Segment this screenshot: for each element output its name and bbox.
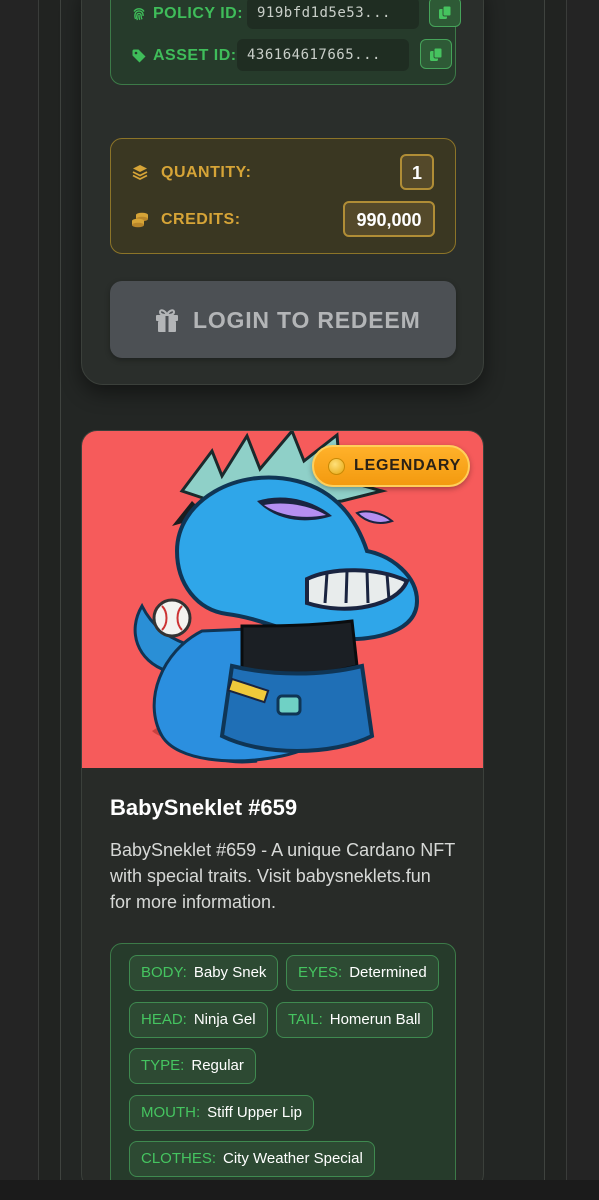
login-to-redeem-button[interactable]: LOGIN TO REDEEM xyxy=(110,281,456,358)
trait-value: Stiff Upper Lip xyxy=(207,1104,302,1121)
trait-tail: TAIL: Homerun Ball xyxy=(276,1002,433,1038)
trait-clothes: CLOTHES: City Weather Special xyxy=(129,1141,375,1177)
traits-box: BODY: Baby Snek EYES: Determined HEAD: Ninj… xyxy=(110,943,456,1189)
rarity-label: LEGENDARY xyxy=(354,457,462,474)
copy-asset-id-button[interactable] xyxy=(420,39,452,69)
trait-value: Homerun Ball xyxy=(329,1011,421,1028)
nft-description: BabySneklet #659 - A unique Cardano NFT … xyxy=(110,840,455,912)
trait-body: BODY: Baby Snek xyxy=(129,955,279,991)
trait-value: Regular xyxy=(191,1057,244,1074)
policy-id-label: POLICY ID: xyxy=(153,5,244,22)
trait-value: Determined xyxy=(349,964,427,981)
trait-value: City Weather Special xyxy=(223,1150,363,1167)
trait-key: BODY: xyxy=(141,964,187,981)
rarity-badge: LEGENDARY xyxy=(312,445,470,487)
credits-label: CREDITS: xyxy=(161,211,241,228)
coin-icon xyxy=(328,458,345,475)
asset-id-row: ASSET ID: 436164617665... xyxy=(111,39,455,73)
layers-icon xyxy=(132,165,148,181)
trait-key: HEAD: xyxy=(141,1011,187,1028)
trait-key: MOUTH: xyxy=(141,1104,201,1121)
quantity-label: QUANTITY: xyxy=(161,164,252,181)
bottom-bar xyxy=(0,1180,599,1200)
trait-type: TYPE: Regular xyxy=(129,1048,256,1084)
copy-icon xyxy=(430,47,443,61)
trait-key: TYPE: xyxy=(141,1057,185,1074)
trait-key: CLOTHES: xyxy=(141,1150,217,1167)
copy-icon xyxy=(439,5,452,19)
trait-mouth: MOUTH: Stiff Upper Lip xyxy=(129,1095,314,1131)
coins-icon xyxy=(132,212,148,228)
asset-id-value: 436164617665... xyxy=(237,39,409,71)
gift-icon xyxy=(156,309,178,332)
quantity-value: 1 xyxy=(400,154,434,190)
trait-key: TAIL: xyxy=(288,1011,323,1028)
asset-id-label: ASSET ID: xyxy=(153,47,237,64)
asset-ids-box: POLICY ID: 919bfd1d5e53... ASSET ID: 436… xyxy=(110,0,461,85)
redeem-button-label: LOGIN TO REDEEM xyxy=(193,307,421,333)
nft-card[interactable]: LEGENDARY BabySneklet #659 BabySneklet #… xyxy=(81,430,484,1190)
policy-id-value: 919bfd1d5e53... xyxy=(247,0,419,29)
policy-id-row: POLICY ID: 919bfd1d5e53... xyxy=(111,0,461,31)
nft-title: BabySneklet #659 xyxy=(110,795,298,820)
trait-eyes: EYES: Determined xyxy=(286,955,439,991)
copy-policy-id-button[interactable] xyxy=(429,0,461,27)
trait-key: EYES: xyxy=(298,964,343,981)
tag-icon xyxy=(132,49,146,63)
trait-head: HEAD: Ninja Gel xyxy=(129,1002,268,1038)
previous-nft-card: POLICY ID: 919bfd1d5e53... ASSET ID: 436… xyxy=(81,0,484,385)
trait-value: Ninja Gel xyxy=(193,1011,256,1028)
nft-image: LEGENDARY xyxy=(82,431,483,768)
credits-value: 990,000 xyxy=(343,201,435,237)
redeem-info-box: QUANTITY: 1 CREDITS: 990,000 xyxy=(110,138,456,254)
fingerprint-icon xyxy=(133,8,145,21)
trait-value: Baby Snek xyxy=(193,964,267,981)
